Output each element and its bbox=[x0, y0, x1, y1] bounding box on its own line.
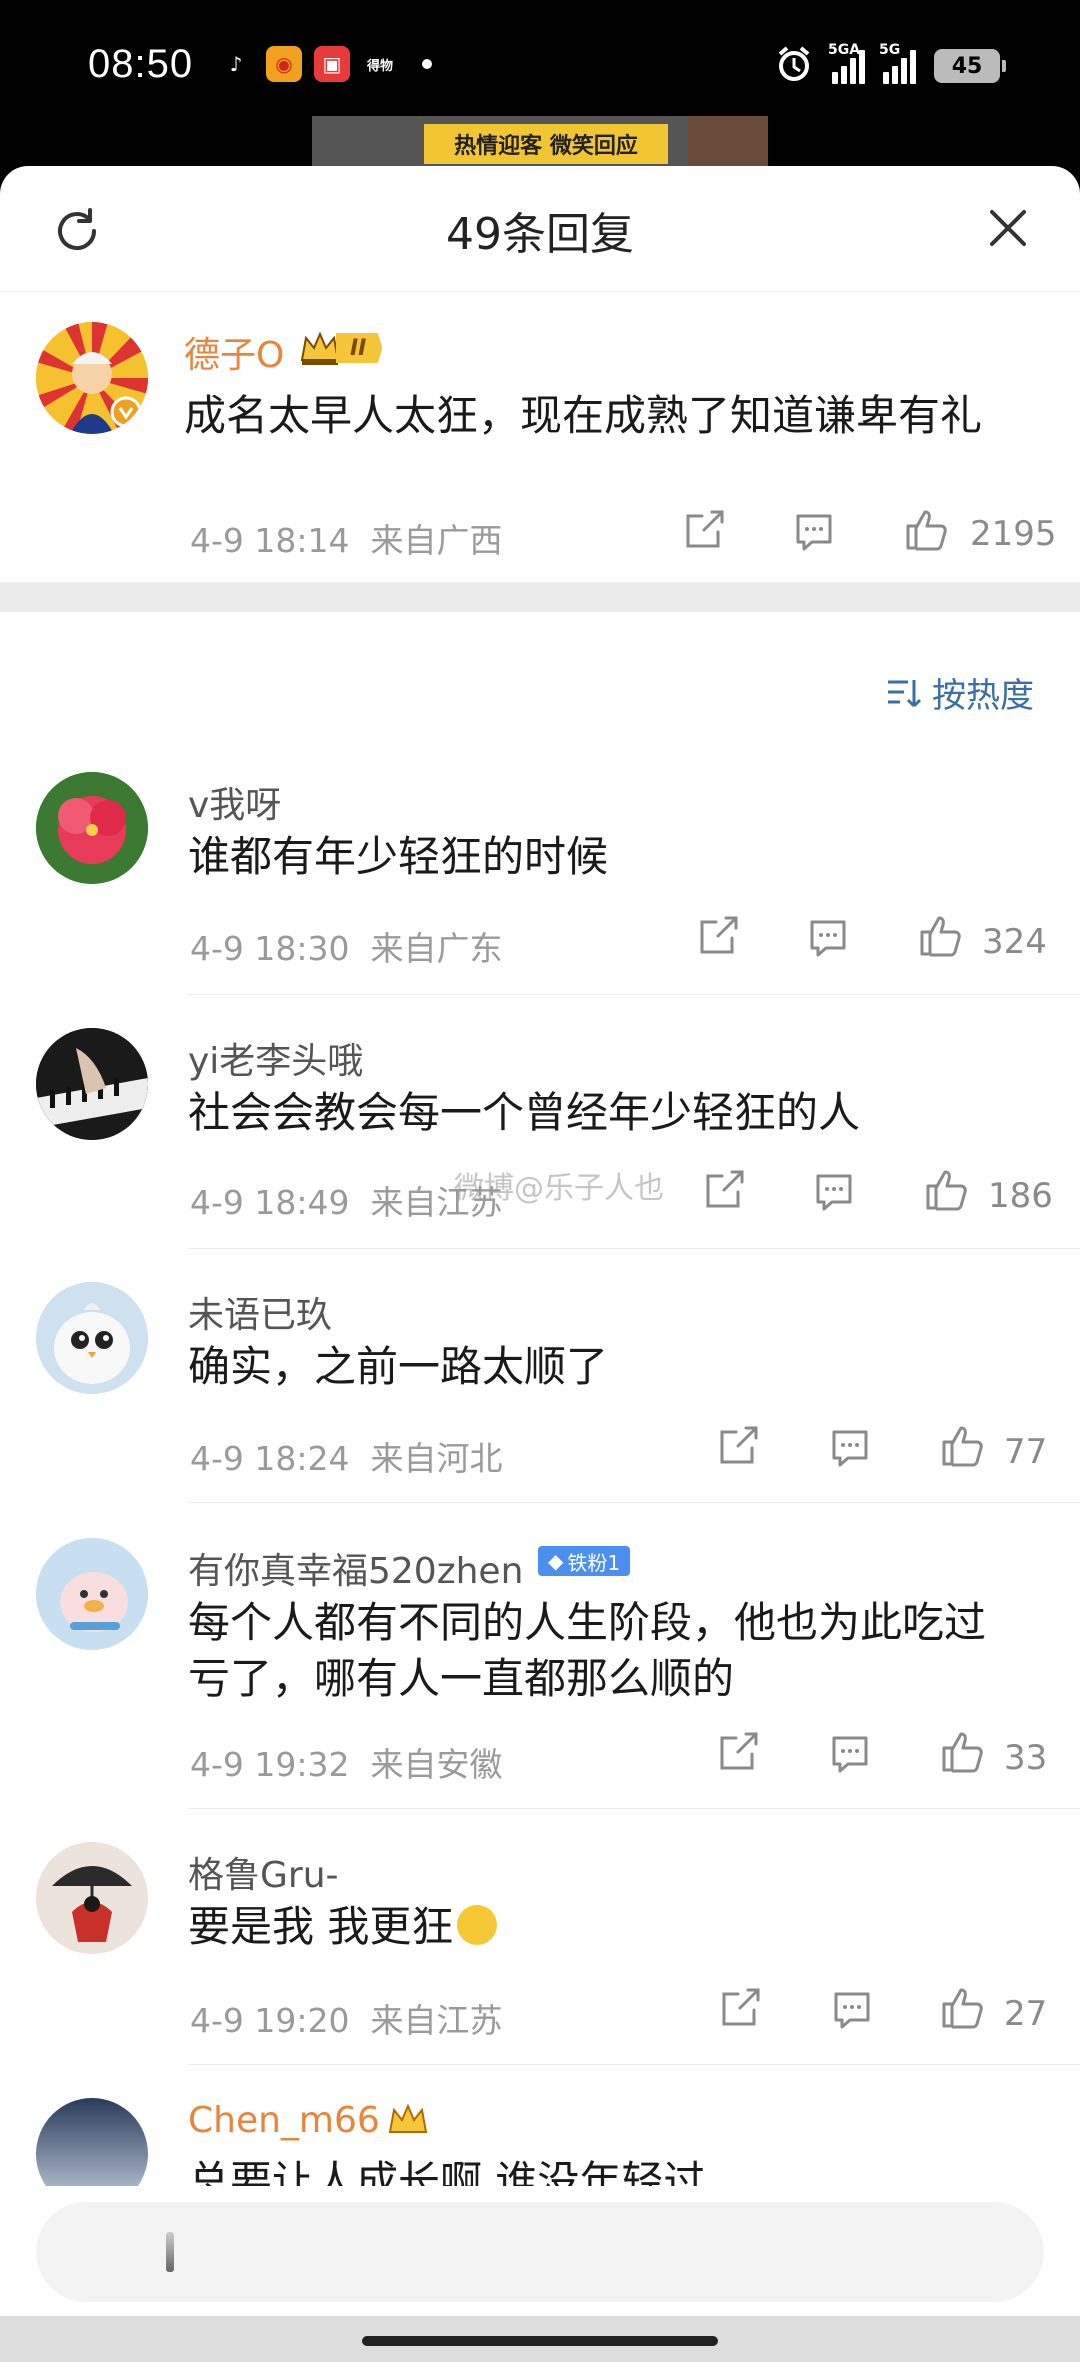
divider bbox=[188, 2064, 1080, 2065]
video-caption: 热情迎客 微笑回应 bbox=[424, 124, 668, 164]
like-icon[interactable] bbox=[940, 1728, 988, 1776]
main-comment-text[interactable]: 成名太早人太狂，现在成熟了知道谦卑有礼 bbox=[184, 388, 1044, 444]
divider bbox=[188, 1502, 1080, 1503]
replies-sheet: 49条回复 bbox=[0, 166, 1080, 2362]
reply-text-line1[interactable]: 每个人都有不同的人生阶段，他也为此吃过 bbox=[188, 1595, 986, 1651]
fan-badge: ◆ 铁粉1 bbox=[538, 1546, 631, 1576]
main-comment-username[interactable]: 德子O bbox=[184, 326, 284, 378]
share-icon[interactable] bbox=[716, 1424, 764, 1472]
comment-icon[interactable] bbox=[806, 916, 854, 964]
avatar[interactable] bbox=[36, 1282, 148, 1394]
comment-icon[interactable] bbox=[830, 1988, 878, 2036]
dewu-icon: 得物 bbox=[362, 46, 398, 82]
home-indicator[interactable] bbox=[362, 2336, 718, 2346]
share-icon[interactable] bbox=[696, 914, 744, 962]
sort-button[interactable]: 按热度 bbox=[886, 668, 1034, 717]
signal-5ga-icon: 5GA bbox=[828, 42, 865, 84]
reply-username[interactable]: 格鲁Gru- bbox=[188, 1846, 339, 1898]
like-icon[interactable] bbox=[924, 1166, 972, 1214]
comment-icon[interactable] bbox=[792, 510, 840, 558]
main-comment-likes: 2195 bbox=[970, 514, 1057, 554]
comment-icon[interactable] bbox=[828, 1426, 876, 1474]
status-time: 08:50 bbox=[88, 42, 194, 86]
share-icon[interactable] bbox=[716, 1730, 764, 1778]
comment-icon[interactable] bbox=[812, 1170, 860, 1218]
like-icon[interactable] bbox=[940, 1422, 988, 1470]
divider bbox=[188, 1808, 1080, 1809]
divider bbox=[188, 1248, 1080, 1249]
crown-icon bbox=[388, 2103, 428, 2133]
share-icon[interactable] bbox=[718, 1986, 766, 2034]
avatar[interactable] bbox=[36, 772, 148, 884]
partial-reply: Chen_m66 总要让人成长啊 谁没年轻过 bbox=[0, 2090, 1080, 2186]
status-right: 5GA 5G 45 bbox=[774, 42, 1006, 88]
sheet-header: 49条回复 bbox=[0, 166, 1080, 292]
laugh-cry-emoji-icon bbox=[457, 1905, 498, 1945]
reply-likes: 324 bbox=[982, 922, 1047, 962]
reply-text[interactable]: 社会会教会每一个曾经年少轻狂的人 bbox=[188, 1085, 860, 1141]
like-icon[interactable] bbox=[918, 912, 966, 960]
reply-text[interactable]: 总要让人成长啊 谁没年轻过 bbox=[188, 2154, 705, 2186]
reply-username[interactable]: 未语已玖 bbox=[188, 1286, 332, 1338]
watermark: 微博@乐子人也 bbox=[454, 1171, 664, 1206]
weibo-icon: ◉ bbox=[266, 46, 302, 82]
signal-5g-icon: 5G bbox=[879, 42, 916, 84]
sort-icon bbox=[888, 679, 922, 707]
avatar[interactable] bbox=[36, 1028, 148, 1140]
reply-likes: 186 bbox=[988, 1176, 1053, 1216]
divider bbox=[188, 994, 1080, 995]
sheet-title: 49条回复 bbox=[446, 209, 634, 260]
reply-text[interactable]: 要是我 我更狂 bbox=[188, 1899, 498, 1955]
notification-icons: ♪ ◉ ▣ 得物 bbox=[218, 46, 432, 82]
avatar[interactable] bbox=[36, 1538, 148, 1650]
reply-likes: 33 bbox=[1004, 1738, 1048, 1778]
reply-username[interactable]: v我呀 bbox=[188, 776, 281, 828]
share-icon[interactable] bbox=[702, 1168, 750, 1216]
reply-time: 4-9 18:24 来自河北 bbox=[190, 1439, 503, 1478]
avatar[interactable] bbox=[36, 322, 148, 434]
close-icon[interactable] bbox=[984, 204, 1032, 252]
avatar[interactable] bbox=[36, 1842, 148, 1954]
reply-text[interactable]: 确实，之前一路太顺了 bbox=[188, 1339, 608, 1395]
section-gap bbox=[0, 582, 1080, 612]
comment-icon[interactable] bbox=[828, 1732, 876, 1780]
vip-badge: II bbox=[300, 330, 383, 366]
reply-username[interactable]: yi老李头哦 bbox=[188, 1032, 363, 1084]
reply-likes: 77 bbox=[1004, 1432, 1048, 1472]
share-icon[interactable] bbox=[682, 508, 730, 556]
reply-text[interactable]: 谁都有年少轻狂的时候 bbox=[188, 829, 608, 885]
reply-username[interactable]: Chen_m66 bbox=[188, 2100, 380, 2141]
alarm-icon bbox=[774, 44, 814, 88]
like-icon[interactable] bbox=[904, 506, 952, 554]
reply-text-line2[interactable]: 亏了，哪有人一直都那么顺的 bbox=[188, 1651, 734, 1707]
status-bar: 08:50 ♪ ◉ ▣ 得物 5GA 5G 45 bbox=[0, 0, 1080, 130]
reply-input[interactable] bbox=[36, 2202, 1044, 2302]
xiaohongshu-icon: ▣ bbox=[314, 46, 350, 82]
crown-icon bbox=[300, 331, 340, 365]
reply-time: 4-9 18:30 来自广东 bbox=[190, 929, 503, 968]
reply-time: 4-9 19:32 来自安徽 bbox=[190, 1745, 503, 1784]
diamond-icon: ◆ bbox=[548, 1549, 564, 1573]
avatar[interactable] bbox=[36, 2098, 148, 2186]
reply-username[interactable]: 有你真幸福520zhen bbox=[188, 1542, 523, 1594]
battery-indicator: 45 bbox=[934, 49, 1006, 83]
input-cursor bbox=[166, 2232, 174, 2272]
main-comment-time: 4-9 18:14 来自广西 bbox=[190, 521, 503, 560]
tiktok-icon: ♪ bbox=[218, 46, 254, 82]
vip-badge bbox=[388, 2102, 428, 2138]
like-icon[interactable] bbox=[940, 1984, 988, 2032]
reply-likes: 27 bbox=[1004, 1994, 1048, 2034]
more-notifications-dot bbox=[422, 59, 432, 69]
reply-time: 4-9 19:20 来自江苏 bbox=[190, 2001, 503, 2040]
